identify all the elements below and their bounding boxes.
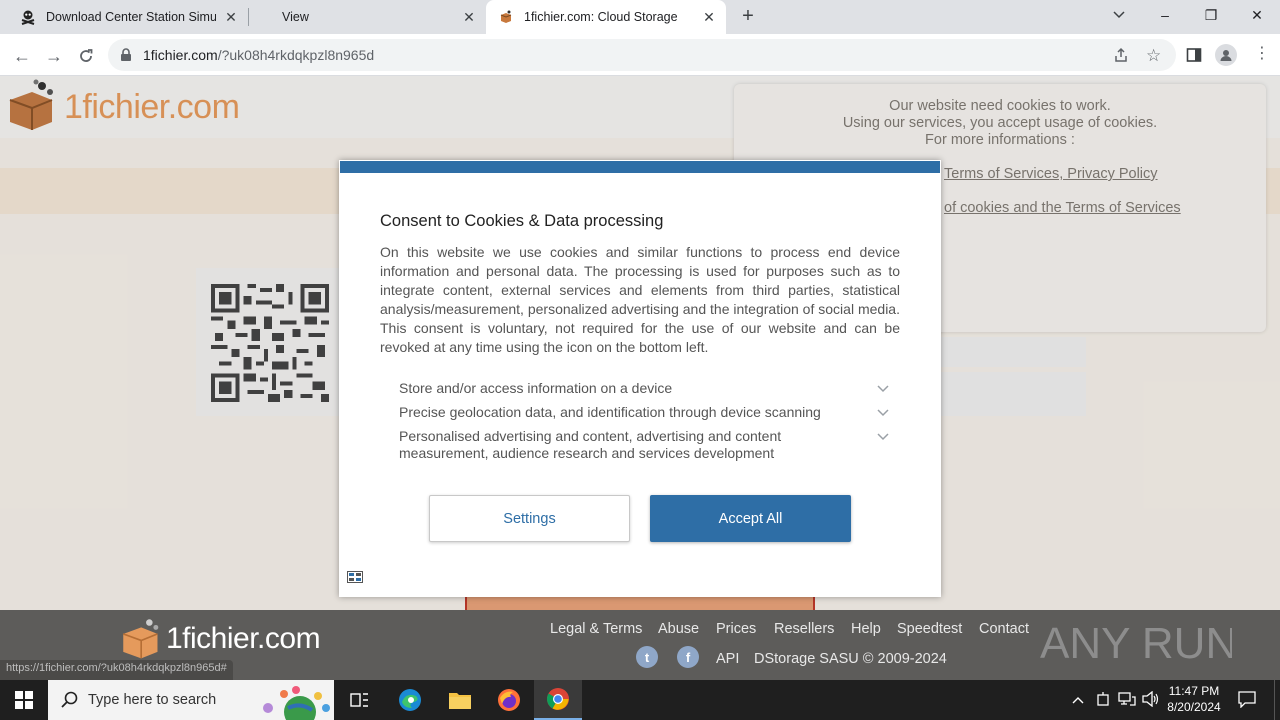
lock-icon[interactable] [120, 48, 132, 67]
footer-link-legal[interactable]: Legal & Terms [550, 621, 642, 637]
security-tray-icon[interactable] [1096, 691, 1110, 712]
back-icon[interactable]: ← [10, 44, 34, 68]
tab-label: 1fichier.com: Cloud Storage [524, 10, 678, 24]
minimize-button[interactable]: – [1142, 0, 1188, 30]
consent-body-text: On this website we use cookies and simil… [380, 244, 900, 355]
close-window-button[interactable]: ✕ [1234, 0, 1280, 30]
windows-start-icon[interactable] [0, 680, 48, 720]
footer-copyright: DStorage SASU © 2009-2024 [754, 651, 947, 667]
tab-label: View [282, 10, 309, 24]
show-desktop-button[interactable] [1274, 680, 1280, 720]
purpose-item-advertising[interactable]: Personalised advertising and content, ad… [399, 428, 819, 462]
taskbar-clock[interactable]: 11:47 PM 8/20/2024 [1158, 683, 1230, 715]
twitter-icon[interactable]: t [636, 646, 658, 668]
file-explorer-icon[interactable] [436, 680, 484, 720]
footer-link-help[interactable]: Help [851, 621, 881, 637]
facebook-icon[interactable]: f [677, 646, 699, 668]
profile-avatar-icon[interactable] [1215, 44, 1237, 66]
menu-kebab-icon[interactable]: ⋮ [1254, 45, 1270, 63]
tab-search-icon[interactable] [1096, 0, 1142, 30]
firefox-icon[interactable] [485, 680, 533, 720]
maximize-button[interactable]: ❐ [1188, 0, 1234, 30]
footer-link-prices[interactable]: Prices [716, 621, 756, 637]
footer-link-abuse[interactable]: Abuse [658, 621, 699, 637]
new-tab-button[interactable]: + [736, 6, 760, 28]
status-bar-url: https://1fichier.com/?uk08h4rkdqkpzl8n96… [0, 660, 233, 680]
footer-logo-text[interactable]: 1fichier.com [166, 622, 321, 656]
url-text[interactable]: 1fichier.com/?uk08h4rkdqkpzl8n965d [143, 47, 374, 63]
footer-link-resellers[interactable]: Resellers [774, 621, 834, 637]
close-icon[interactable]: ✕ [462, 10, 476, 24]
tab-download-center[interactable]: Download Center Station Simula ✕ [8, 0, 248, 34]
footer-logo-icon[interactable] [120, 616, 164, 665]
skull-crossbones-icon [20, 9, 36, 25]
tab-label: Download Center Station Simula [46, 10, 216, 24]
chrome-icon[interactable] [534, 680, 582, 720]
clock-date: 8/20/2024 [1167, 700, 1221, 714]
search-icon [61, 691, 79, 714]
reload-icon[interactable] [74, 44, 98, 68]
chevron-down-icon[interactable] [876, 408, 890, 418]
consent-dialog-topbar [340, 161, 940, 173]
watermark-text-left: ANY RUN [1040, 619, 1232, 668]
anyrun-watermark: ANY RUN [1040, 612, 1237, 670]
clock-time: 11:47 PM [1168, 684, 1220, 698]
forward-icon[interactable]: → [42, 44, 66, 68]
task-view-icon[interactable] [336, 680, 384, 720]
tab-1fichier[interactable]: 1fichier.com: Cloud Storage ✕ [486, 0, 726, 34]
tab-view[interactable]: View ✕ [248, 0, 486, 34]
taskbar-search-placeholder: Type here to search [88, 692, 217, 708]
side-panel-icon[interactable] [1186, 47, 1202, 68]
url-host: 1fichier.com [143, 47, 218, 63]
footer-link-contact[interactable]: Contact [979, 621, 1029, 637]
accept-all-button[interactable]: Accept All [650, 495, 851, 542]
settings-button[interactable]: Settings [429, 495, 630, 542]
1fichier-favicon-icon [498, 9, 514, 25]
chevron-down-icon[interactable] [876, 384, 890, 394]
network-icon[interactable] [1118, 692, 1136, 711]
close-icon[interactable]: ✕ [224, 10, 238, 24]
share-icon[interactable] [1113, 47, 1129, 68]
show-hidden-icons-icon[interactable] [1072, 692, 1084, 707]
purpose-item-geolocation[interactable]: Precise geolocation data, and identifica… [399, 404, 859, 421]
url-path: /?uk08h4rkdqkpzl8n965d [217, 47, 375, 63]
footer-link-speedtest[interactable]: Speedtest [897, 621, 962, 637]
search-highlight-globe-icon [262, 684, 332, 720]
purpose-item-storage[interactable]: Store and/or access information on a dev… [399, 380, 859, 397]
chevron-down-icon[interactable] [876, 432, 890, 442]
edge-browser-icon[interactable] [386, 680, 434, 720]
consent-title: Consent to Cookies & Data processing [380, 212, 664, 230]
notifications-icon[interactable] [1238, 690, 1256, 713]
close-icon[interactable]: ✕ [702, 10, 716, 24]
privacy-settings-icon[interactable] [347, 570, 363, 588]
bookmark-star-icon[interactable]: ☆ [1146, 46, 1161, 66]
footer-link-api[interactable]: API [716, 651, 739, 667]
